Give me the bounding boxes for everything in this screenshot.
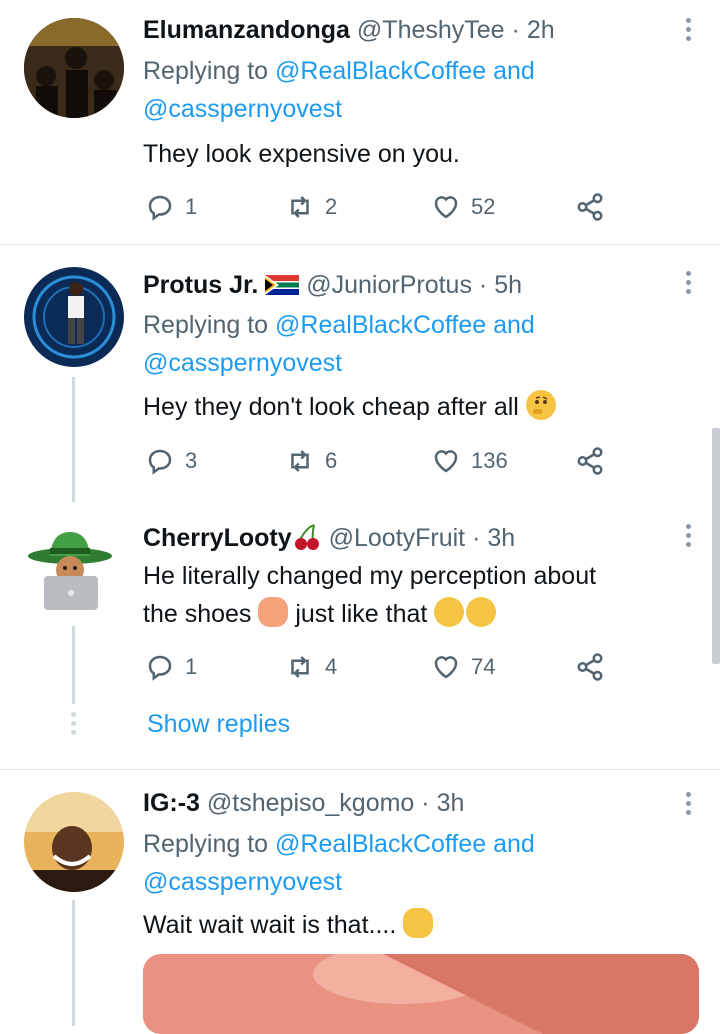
reply-count: 1 xyxy=(185,654,198,679)
thinking-face-emoji-icon xyxy=(525,390,556,420)
like-count: 52 xyxy=(471,194,496,219)
share-button[interactable] xyxy=(575,647,615,687)
user-handle[interactable]: @JuniorProtus xyxy=(306,271,472,299)
avatar[interactable] xyxy=(24,267,124,367)
timestamp[interactable]: · 3h xyxy=(421,789,464,817)
tweet-media-image[interactable] xyxy=(143,954,699,1034)
tweet-actions: 1 2 52 xyxy=(143,187,623,227)
more-options-icon[interactable] xyxy=(684,271,692,294)
retweet-count: 6 xyxy=(325,448,338,473)
retweet-button[interactable]: 4 xyxy=(285,647,337,687)
retweet-button[interactable]: 6 xyxy=(285,441,337,481)
display-name[interactable]: IG:-3 xyxy=(143,789,200,817)
tweet-text: He literally changed my perception about… xyxy=(143,557,596,633)
cherries-emoji-icon xyxy=(292,522,322,552)
replying-to-link[interactable]: @RealBlackCoffee and xyxy=(275,830,535,858)
more-options-icon[interactable] xyxy=(684,524,692,547)
reply-icon xyxy=(148,655,172,681)
share-icon xyxy=(577,193,603,221)
more-options-icon[interactable] xyxy=(684,792,692,815)
thread-dots-icon xyxy=(71,712,76,735)
replying-to-label: Replying to xyxy=(143,311,269,339)
share-button[interactable] xyxy=(575,441,615,481)
tweet-text: They look expensive on you. xyxy=(143,140,460,168)
replying-to: Replying to @RealBlackCoffee and @casspe… xyxy=(143,52,535,128)
replying-to-label: Replying to xyxy=(143,57,269,85)
heart-icon xyxy=(434,656,458,679)
replying-to-link[interactable]: @RealBlackCoffee and xyxy=(275,311,535,339)
more-options-icon[interactable] xyxy=(684,18,692,41)
tweet-actions: 1 4 74 xyxy=(143,647,623,687)
heart-icon xyxy=(434,196,458,219)
display-name[interactable]: Elumanzandonga xyxy=(143,16,350,44)
retweet-button[interactable]: 2 xyxy=(285,187,337,227)
tears-of-joy-emoji-icon xyxy=(466,597,497,627)
share-icon xyxy=(577,653,603,681)
replying-to: Replying to @RealBlackCoffee and @casspe… xyxy=(143,825,535,901)
replying-to-label: Replying to xyxy=(143,830,269,858)
tweet-text-content: Wait wait wait is that.... xyxy=(143,911,397,939)
replying-to-link[interactable]: @RealBlackCoffee and xyxy=(275,57,535,85)
like-button[interactable]: 74 xyxy=(431,647,495,687)
retweet-icon xyxy=(291,196,309,218)
scrollbar[interactable] xyxy=(712,428,720,664)
tweet-text-line: the shoes xyxy=(143,600,252,628)
like-button[interactable]: 136 xyxy=(431,441,508,481)
user-handle[interactable]: @tshepiso_kgomo xyxy=(207,789,414,817)
reply-icon xyxy=(148,449,172,475)
thread-line xyxy=(72,900,75,1026)
replying-to-link[interactable]: @casspernyovest xyxy=(143,349,342,377)
like-count: 74 xyxy=(471,654,496,679)
reply-icon xyxy=(148,195,172,221)
tweet-actions: 3 6 136 xyxy=(143,441,623,481)
tweet-2[interactable]: Protus Jr. @JuniorProtus · 5h Replying t… xyxy=(0,245,720,502)
tweet-text-line: He literally changed my perception about xyxy=(143,562,597,590)
reply-count: 3 xyxy=(185,448,198,473)
tweet-text: Wait wait wait is that.... xyxy=(143,906,434,944)
tweet-text: Hey they don't look cheap after all xyxy=(143,388,556,426)
retweet-count: 4 xyxy=(325,654,338,679)
avatar[interactable] xyxy=(24,518,124,618)
south-africa-flag-icon xyxy=(265,271,300,295)
replying-to-link[interactable]: @casspernyovest xyxy=(143,95,342,123)
like-count: 136 xyxy=(471,448,508,473)
heart-icon xyxy=(434,450,458,473)
reply-button[interactable]: 1 xyxy=(145,647,197,687)
avatar[interactable] xyxy=(24,18,124,118)
replying-to: Replying to @RealBlackCoffee and @casspe… xyxy=(143,306,535,382)
person-gesturing-ok-emoji-icon xyxy=(403,908,434,938)
user-handle[interactable]: @TheshyTee xyxy=(357,16,505,44)
tweet-1[interactable]: Elumanzandonga @TheshyTee · 2h Replying … xyxy=(0,0,720,244)
timestamp[interactable]: · 2h xyxy=(512,16,555,44)
timestamp[interactable]: · 3h xyxy=(472,524,515,552)
thread-line xyxy=(72,377,75,502)
retweet-icon xyxy=(291,450,309,472)
retweet-icon xyxy=(291,656,309,678)
share-button[interactable] xyxy=(575,187,615,227)
display-name[interactable]: CherryLooty xyxy=(143,524,292,552)
show-replies-link[interactable]: Show replies xyxy=(147,708,290,740)
person-gesturing-no-emoji-icon xyxy=(258,597,289,627)
avatar[interactable] xyxy=(24,792,124,892)
tears-of-joy-emoji-icon xyxy=(434,597,465,627)
reply-button[interactable]: 3 xyxy=(145,441,197,481)
replying-to-link[interactable]: @casspernyovest xyxy=(143,868,342,896)
reply-count: 1 xyxy=(185,194,198,219)
like-button[interactable]: 52 xyxy=(431,187,495,227)
share-icon xyxy=(577,447,603,475)
tweet-3[interactable]: CherryLooty @LootyFruit · 3h He literall… xyxy=(0,500,720,770)
retweet-count: 2 xyxy=(325,194,338,219)
tweet-text-line: just like that xyxy=(295,600,428,628)
reply-button[interactable]: 1 xyxy=(145,187,197,227)
user-handle[interactable]: @LootyFruit xyxy=(329,524,466,552)
tweet-text-content: Hey they don't look cheap after all xyxy=(143,393,519,421)
display-name[interactable]: Protus Jr. xyxy=(143,271,258,299)
timestamp[interactable]: · 5h xyxy=(479,271,522,299)
thread-line xyxy=(72,626,75,704)
tweet-4[interactable]: IG:-3 @tshepiso_kgomo · 3h Replying to @… xyxy=(0,770,720,1034)
